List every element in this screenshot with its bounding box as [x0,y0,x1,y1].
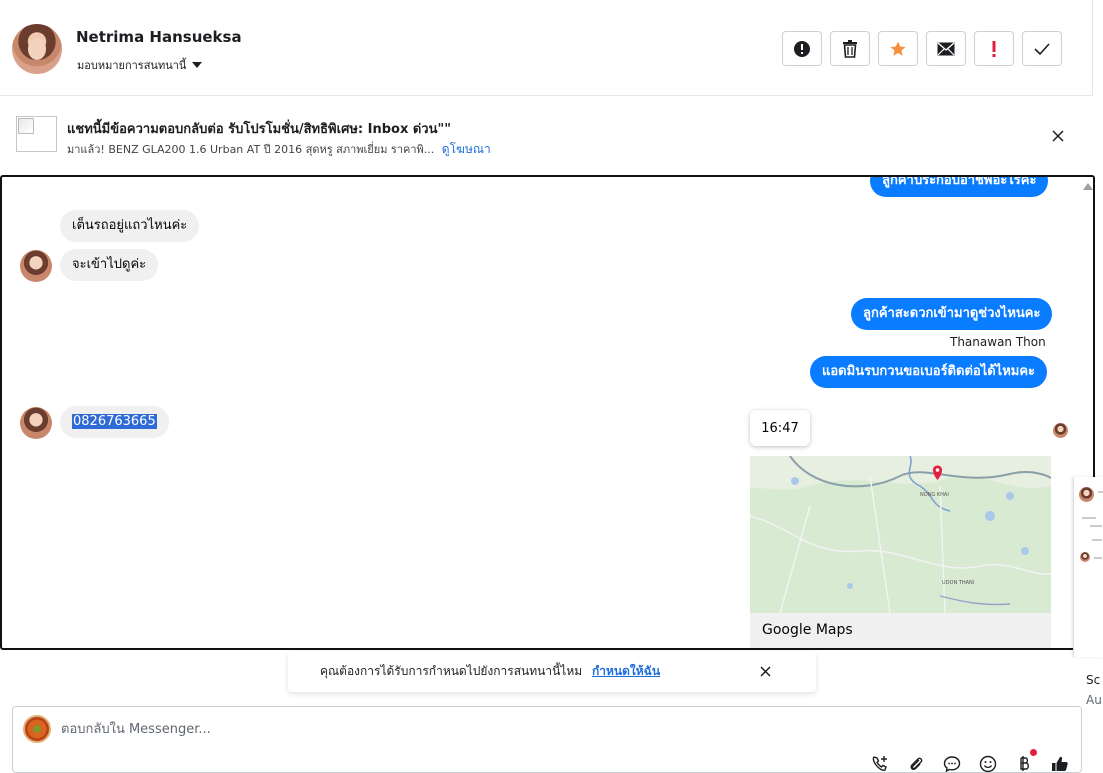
payment-baht-icon[interactable] [1013,749,1037,773]
inbox-conversation-view: Netrima Hansueksa มอบหมายการสนทนานี้ แชท… [0,0,1103,773]
contact-avatar-small [20,407,52,439]
preview-avatar [1079,487,1094,502]
star-button[interactable] [878,31,918,66]
close-icon[interactable] [1048,126,1068,146]
reply-composer [12,706,1082,773]
contact-avatar[interactable] [12,24,62,74]
saved-reply-chat-icon[interactable] [941,753,963,773]
paperclip-icon[interactable] [905,753,927,773]
location-map-card[interactable]: NONG KHAI UDON THANI Google Maps [750,456,1051,648]
trash-icon [843,39,857,58]
ad-description: มาแล้ว! BENZ GLA200 1.6 Urban AT ปี 2016… [67,143,435,156]
page-avatar [23,715,51,743]
assign-prompt: คุณต้องการได้รับการกำหนดไปยังการสนทนานี้… [288,652,816,692]
preview-avatar [1080,552,1090,562]
emoji-icon[interactable] [977,753,999,773]
side-line-1: Sc [1086,673,1101,687]
check-icon [1034,42,1050,55]
message-thread[interactable]: ลูกค้าประกอบอาชีพอะไรคะ เต็นรถอยู่แถวไหน… [0,175,1095,650]
side-line-2: Au [1086,693,1102,707]
scroll-up-arrow-icon[interactable] [1083,183,1093,190]
reply-input[interactable] [61,719,661,739]
message-in-1[interactable]: เต็นรถอยู่แถวไหนค่ะ [60,210,200,242]
star-icon [890,41,906,56]
message-out-partial[interactable]: ลูกค้าประกอบอาชีพอะไรคะ [870,177,1049,197]
thumbs-up-icon[interactable] [1049,753,1071,773]
assign-conversation-dropdown[interactable]: มอบหมายการสนทนานี้ [77,56,203,74]
close-icon[interactable] [756,662,774,680]
mark-unread-button[interactable] [926,31,966,66]
assign-label: มอบหมายการสนทนานี้ [77,59,187,72]
call-add-icon[interactable] [869,753,891,773]
ad-title: แชทนี้มีข้อความตอบกลับต่อ รับโปรโมชั่น/ส… [67,122,452,137]
message-out-2[interactable]: แอดมินรบกวนขอเบอร์ติดต่อได้ไหมคะ [810,356,1048,388]
view-ad-link[interactable]: ดูโฆษณา [442,142,491,156]
exclamation-icon [992,40,996,57]
header-actions [782,31,1062,66]
message-in-2[interactable]: จะเข้าไปดูค่ะ [60,249,159,281]
delete-button[interactable] [830,31,870,66]
ad-context-banner: แชทนี้มีข้อความตอบกลับต่อ รับโปรโมชั่น/ส… [0,96,1093,176]
timestamp-tooltip: 16:47 [750,410,810,446]
message-out-1[interactable]: ลูกค้าสะดวกเข้ามาดูช่วงไหนคะ [851,298,1053,330]
map-thumbnail: NONG KHAI UDON THANI [750,456,1051,613]
assign-prompt-text: คุณต้องการได้รับการกำหนดไปยังการสนทนานี้… [320,662,660,681]
ad-thumbnail-image[interactable] [16,116,57,152]
conversation-header: Netrima Hansueksa มอบหมายการสนทนานี้ [0,0,1093,96]
report-button[interactable] [782,31,822,66]
notification-dot [1030,749,1037,756]
done-button[interactable] [1022,31,1062,66]
message-in-3[interactable]: 0826763665 [60,406,169,438]
map-place-label: NONG KHAI [920,492,949,498]
assign-prompt-question: คุณต้องการได้รับการกำหนดไปยังการสนทนานี้… [320,664,583,678]
ad-subtitle: มาแล้ว! BENZ GLA200 1.6 Urban AT ปี 2016… [67,140,491,159]
seen-avatar [1053,423,1068,438]
contact-avatar-small [20,250,52,282]
side-panel-snippet: Sc Au [1086,670,1102,710]
map-place-label: UDON THANI [942,580,974,586]
sender-name: Thanawan Thon [950,335,1046,349]
caret-down-icon [192,62,203,68]
conversation-preview-thumbnail[interactable] [1073,477,1103,657]
priority-button[interactable] [974,31,1014,66]
envelope-icon [937,41,955,55]
selected-phone-number[interactable]: 0826763665 [72,414,157,429]
composer-tools [869,749,1071,773]
contact-name[interactable]: Netrima Hansueksa [76,28,242,46]
map-card-title: Google Maps [762,622,853,638]
assign-to-me-link[interactable]: กำหนดให้ฉัน [592,664,660,678]
alert-circle-icon [794,40,810,57]
